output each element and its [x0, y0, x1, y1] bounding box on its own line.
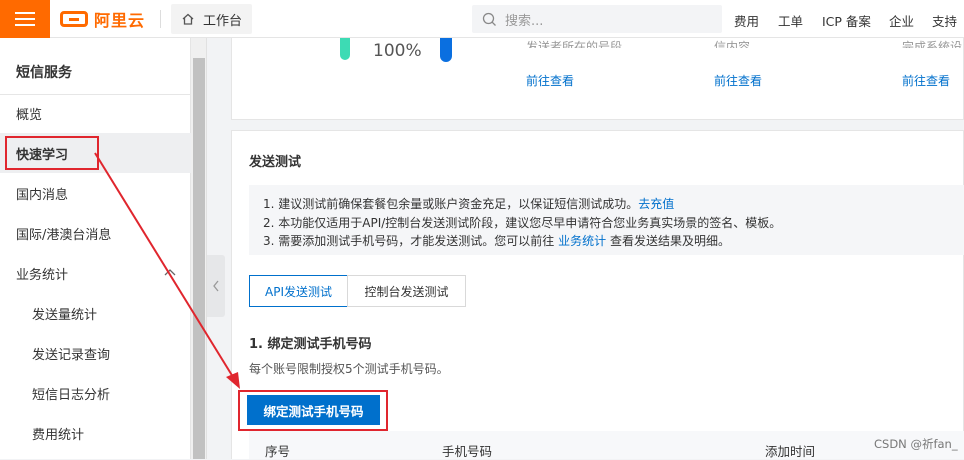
- watermark: CSDN @祈fan_: [874, 437, 958, 451]
- annotation-arrow: [94, 152, 240, 389]
